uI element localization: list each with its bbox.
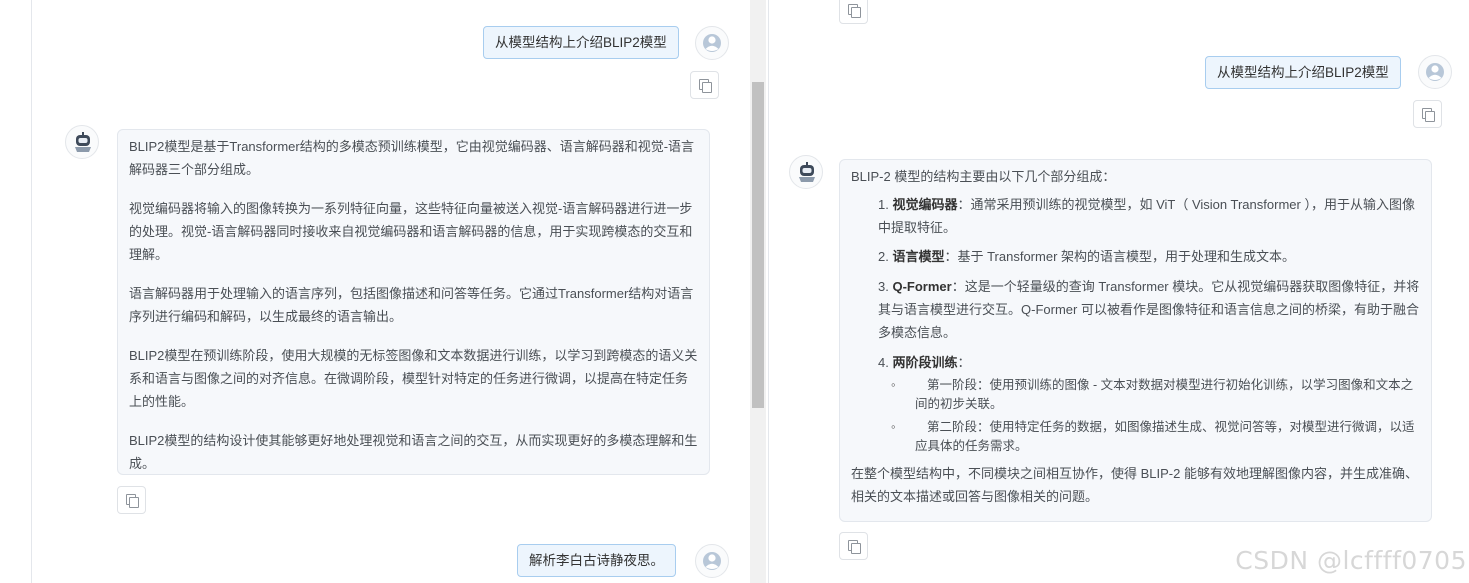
ai-paragraph: BLIP2模型的结构设计使其能够更好地处理视觉和语言之间的交互，从而实现更好的多… [129, 432, 698, 471]
list-item: 4. 两阶段训练： 第一阶段：使用预训练的图像 - 文本对数据对模型进行初始化训… [878, 352, 1420, 456]
user-message-text: 解析李白古诗静夜思。 [529, 553, 664, 568]
watermark: CSDN @lcffff0705 [1235, 546, 1467, 575]
left-chat-panel: 从模型结构上介绍BLIP2模型 BLIP2模型是基于Transformer结构的… [0, 0, 768, 583]
list-item: 1. 视觉编码器：通常采用预训练的视觉模型，如 ViT（ Vision Tran… [878, 196, 1415, 235]
scrollbar[interactable] [750, 0, 766, 583]
ai-intro: BLIP-2 模型的结构主要由以下几个部分组成： [851, 169, 1116, 184]
robot-avatar-icon [789, 155, 823, 189]
sub-list-item: 第二阶段：使用特定任务的数据，如图像描述生成、视觉问答等，对模型进行微调，以适应… [891, 418, 1420, 455]
robot-avatar-icon [65, 125, 99, 159]
ai-paragraph: 视觉编码器将输入的图像转换为一系列特征向量，这些特征向量被送入视觉-语言解码器进… [129, 201, 693, 262]
user-message: 从模型结构上介绍BLIP2模型 [483, 26, 679, 59]
panel-border-left [31, 0, 32, 583]
user-message-text: 从模型结构上介绍BLIP2模型 [495, 35, 667, 50]
sub-list-item: 第一阶段：使用预训练的图像 - 文本对数据对模型进行初始化训练，以学习图像和文本… [891, 376, 1420, 413]
list-item: 3. Q-Former：这是一个轻量级的查询 Transformer 模块。它从… [878, 279, 1420, 340]
ai-outro: 在整个模型结构中，不同模块之间相互协作，使得 BLIP-2 能够有效地理解图像内… [851, 466, 1418, 505]
copy-button[interactable] [839, 0, 868, 24]
copy-button[interactable] [1413, 100, 1442, 128]
ai-message: BLIP-2 模型的结构主要由以下几个部分组成： 1. 视觉编码器：通常采用预训… [839, 159, 1432, 522]
user-avatar-icon [1418, 55, 1452, 89]
structure-list: 1. 视觉编码器：通常采用预训练的视觉模型，如 ViT（ Vision Tran… [851, 194, 1420, 456]
ai-message: BLIP2模型是基于Transformer结构的多模态预训练模型，它由视觉编码器… [117, 129, 710, 475]
user-message: 从模型结构上介绍BLIP2模型 [1205, 56, 1401, 89]
copy-button[interactable] [117, 486, 146, 514]
user-avatar-icon [695, 26, 729, 60]
right-chat-panel: 从模型结构上介绍BLIP2模型 BLIP-2 模型的结构主要由以下几个部分组成：… [768, 0, 1469, 583]
copy-button[interactable] [839, 532, 868, 560]
scrollbar-thumb[interactable] [752, 82, 764, 408]
ai-paragraph: 语言解码器用于处理输入的语言序列，包括图像描述和问答等任务。它通过Transfo… [129, 285, 694, 324]
ai-paragraph: BLIP2模型是基于Transformer结构的多模态预训练模型，它由视觉编码器… [129, 139, 695, 177]
user-message: 解析李白古诗静夜思。 [517, 544, 676, 577]
list-item: 2. 语言模型：基于 Transformer 架构的语言模型，用于处理和生成文本… [878, 249, 1296, 265]
panel-border-right [768, 0, 769, 583]
ai-paragraph: BLIP2模型在预训练阶段，使用大规模的无标签图像和文本数据进行训练，以学习到跨… [129, 348, 698, 409]
copy-button[interactable] [690, 71, 719, 99]
sub-list: 第一阶段：使用预训练的图像 - 文本对数据对模型进行初始化训练，以学习图像和文本… [878, 376, 1420, 455]
user-avatar-icon [695, 544, 729, 578]
user-message-text: 从模型结构上介绍BLIP2模型 [1217, 65, 1389, 80]
